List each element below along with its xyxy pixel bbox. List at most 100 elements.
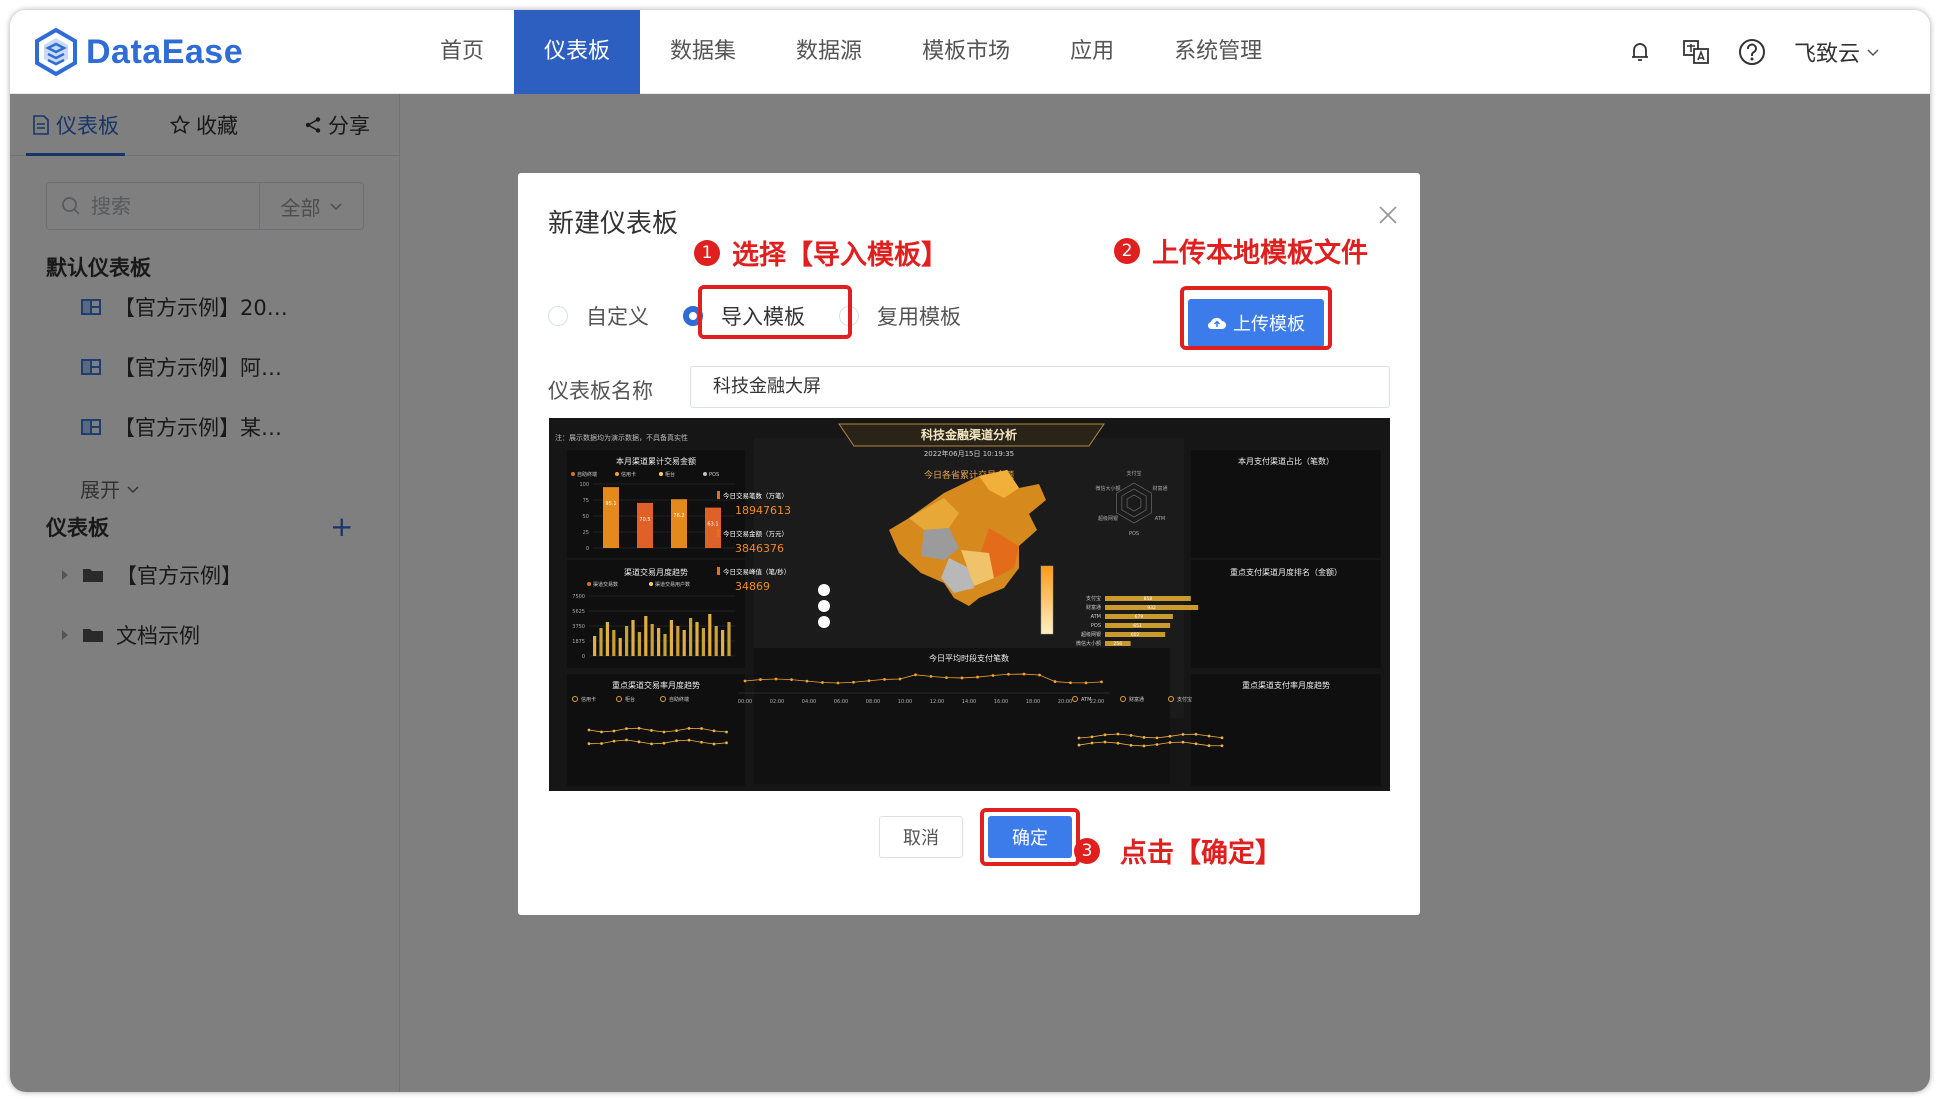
step2-text: 上传本地模板文件 bbox=[1152, 238, 1368, 269]
bar bbox=[676, 626, 680, 656]
bar bbox=[618, 638, 622, 656]
legend-dot bbox=[587, 582, 591, 586]
y-tick-label: 25 bbox=[583, 530, 589, 536]
nav-dataset[interactable]: 数据集 bbox=[640, 10, 766, 94]
step3-number: 3 bbox=[1074, 837, 1100, 864]
legend-dot bbox=[615, 472, 619, 476]
bar bbox=[650, 624, 654, 656]
nav-home[interactable]: 首页 bbox=[410, 10, 514, 94]
step1-number: 1 bbox=[694, 239, 720, 266]
app-window: DataEase 首页 仪表板 数据集 数据源 模板市场 应用 系统管理 飞致云 bbox=[10, 10, 1930, 1092]
legend-label: POS bbox=[709, 472, 719, 478]
top-header: DataEase 首页 仪表板 数据集 数据源 模板市场 应用 系统管理 飞致云 bbox=[10, 10, 1930, 94]
legend-label: ATM bbox=[1081, 697, 1091, 703]
highlight-confirm-button bbox=[980, 808, 1080, 866]
nav-template-market[interactable]: 模板市场 bbox=[892, 10, 1040, 94]
radio-reuse-template[interactable]: 复用模板 bbox=[839, 301, 961, 331]
bar bbox=[671, 499, 687, 548]
preview-panel3-title: 重点渠道交易率月度趋势 bbox=[612, 680, 700, 690]
x-tick-label: 16:00 bbox=[994, 699, 1008, 705]
dashboard-name-input[interactable]: 科技金融大屏 bbox=[690, 366, 1390, 408]
kpi-marker bbox=[717, 491, 720, 499]
y-tick-label: 75 bbox=[583, 498, 589, 504]
legend-label: 信用卡 bbox=[621, 471, 636, 478]
bar bbox=[721, 630, 725, 656]
x-tick-label: 18:00 bbox=[1026, 699, 1040, 705]
logo-text: DataEase bbox=[86, 32, 244, 71]
radar-label: 财富通 bbox=[1152, 485, 1167, 492]
bar-value-label: 95.1 bbox=[605, 501, 616, 507]
legend-label: 渠道交易用户数 bbox=[655, 581, 690, 588]
nav-apps[interactable]: 应用 bbox=[1040, 10, 1144, 94]
translate-icon[interactable] bbox=[1682, 38, 1710, 66]
main-nav: 首页 仪表板 数据集 数据源 模板市场 应用 系统管理 bbox=[410, 10, 1292, 94]
kpi-marker bbox=[717, 529, 720, 537]
help-icon[interactable] bbox=[1738, 38, 1766, 66]
kpi-value: 18947613 bbox=[735, 504, 791, 517]
radio-custom[interactable]: 自定义 bbox=[548, 301, 649, 331]
bar bbox=[705, 507, 721, 548]
legend-dot bbox=[571, 472, 575, 476]
bar bbox=[663, 634, 667, 656]
step1-text: 选择【导入模板】 bbox=[732, 240, 948, 271]
hbar-label: 财富通 bbox=[1086, 604, 1101, 611]
hbar-value: 651 bbox=[1133, 623, 1142, 629]
bar bbox=[605, 622, 609, 656]
nav-system-admin[interactable]: 系统管理 bbox=[1144, 10, 1292, 94]
legend-label: 柜台 bbox=[625, 696, 635, 703]
header-actions: 飞致云 bbox=[1626, 10, 1880, 94]
bar bbox=[637, 502, 653, 548]
kpi-marker bbox=[717, 567, 720, 575]
preview-panel2-title: 渠道交易月度趋势 bbox=[624, 567, 688, 577]
user-menu[interactable]: 飞致云 bbox=[1794, 36, 1880, 68]
logo[interactable]: DataEase bbox=[34, 26, 243, 78]
highlight-import-radio bbox=[698, 285, 852, 339]
template-preview: 科技金融渠道分析 2022年06月15日 10:19:35 今日各省累计交易金额… bbox=[549, 418, 1390, 791]
dialog-title: 新建仪表板 bbox=[548, 209, 679, 239]
step1-annotation: 1 选择【导入模板】 bbox=[694, 233, 948, 272]
bar bbox=[657, 628, 661, 656]
highlight-upload-button bbox=[1180, 286, 1332, 350]
bar bbox=[593, 636, 597, 656]
legend-label: 自助终端 bbox=[669, 696, 689, 703]
legend-label: 财富通 bbox=[1129, 696, 1144, 703]
bar bbox=[689, 618, 693, 656]
preview-right2-title: 重点支付渠道月度排名（金额） bbox=[1230, 567, 1342, 577]
step2-number: 2 bbox=[1114, 237, 1140, 264]
step3-text: 点击【确定】 bbox=[1120, 838, 1282, 869]
bar bbox=[637, 632, 641, 656]
logo-icon bbox=[35, 28, 77, 76]
bar bbox=[714, 626, 718, 656]
legend-dot bbox=[703, 472, 707, 476]
legend-dot bbox=[659, 472, 663, 476]
kpi-label: 今日交易笔数（万笔） bbox=[723, 491, 788, 500]
nav-dashboard[interactable]: 仪表板 bbox=[514, 10, 641, 94]
x-tick-label: 20:00 bbox=[1058, 699, 1072, 705]
bar bbox=[599, 628, 603, 656]
x-tick-label: 12:00 bbox=[930, 699, 944, 705]
bar-value-label: 76.2 bbox=[673, 513, 684, 519]
hbar-value: 679 bbox=[1135, 614, 1144, 620]
y-tick-label: 0 bbox=[582, 654, 585, 660]
legend-label: 自助终端 bbox=[577, 471, 597, 478]
close-icon[interactable] bbox=[1376, 203, 1400, 227]
bar bbox=[612, 630, 616, 656]
new-dashboard-dialog: 新建仪表板 1 选择【导入模板】 2 上传本地模板文件 自定义 导入模板 复用模… bbox=[518, 173, 1420, 915]
x-tick-label: 14:00 bbox=[962, 699, 976, 705]
preview-note: 注：展示数据均为演示数据，不具备真实性 bbox=[555, 433, 688, 442]
radar-label: ATM bbox=[1155, 516, 1165, 522]
bar bbox=[727, 622, 731, 656]
y-tick-label: 0 bbox=[586, 546, 589, 552]
radar-label: 微信大小额 bbox=[1096, 485, 1121, 492]
x-tick-label: 02:00 bbox=[770, 699, 784, 705]
y-tick-label: 3750 bbox=[572, 624, 585, 630]
cancel-button[interactable]: 取消 bbox=[879, 816, 963, 858]
bar bbox=[669, 620, 673, 656]
hbar-label: 支付宝 bbox=[1086, 595, 1101, 602]
nav-datasource[interactable]: 数据源 bbox=[766, 10, 892, 94]
template-preview-image: 科技金融渠道分析 2022年06月15日 10:19:35 今日各省累计交易金额… bbox=[549, 418, 1390, 791]
x-tick-label: 10:00 bbox=[898, 699, 912, 705]
bell-icon[interactable] bbox=[1626, 38, 1654, 66]
bar bbox=[625, 626, 629, 656]
radar-label: 超级网银 bbox=[1098, 515, 1118, 522]
